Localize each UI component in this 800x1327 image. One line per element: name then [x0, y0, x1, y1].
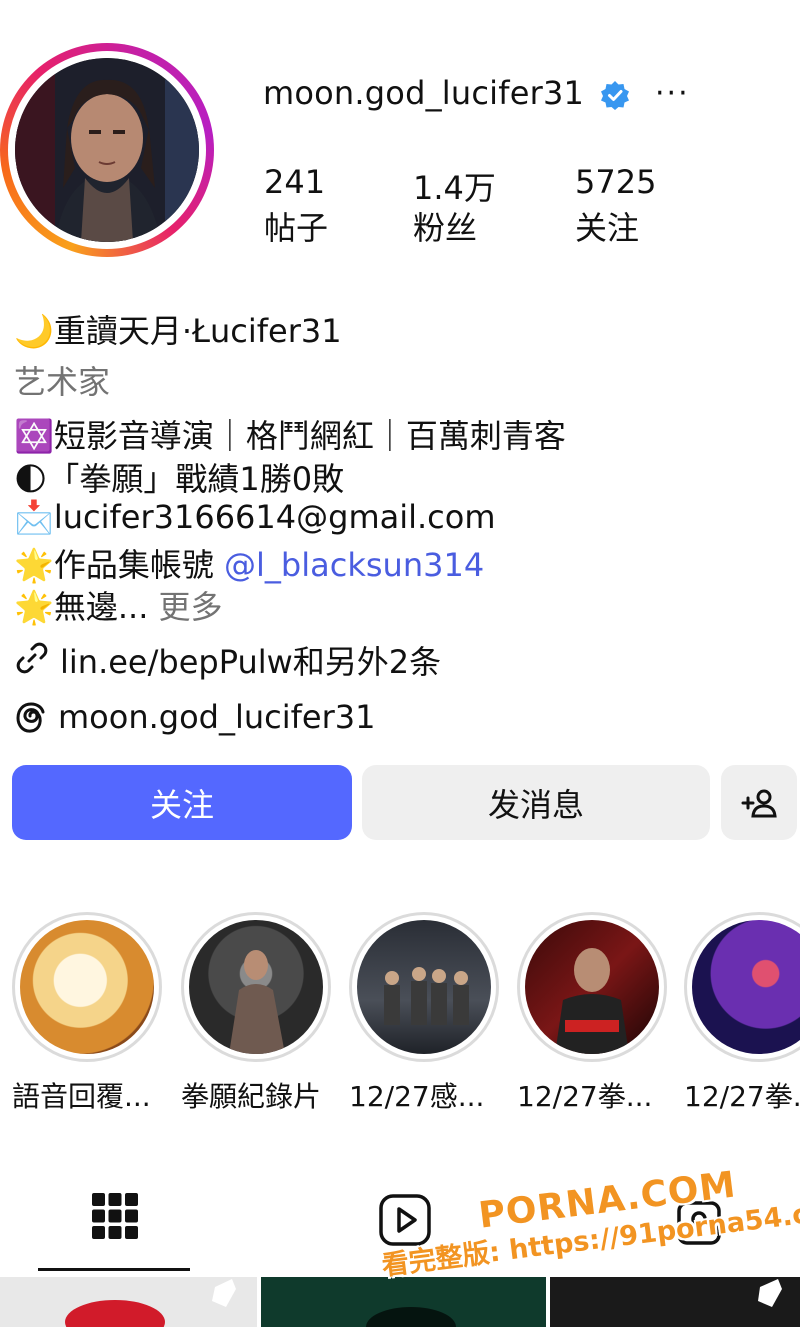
more-options-icon[interactable]: ··· [655, 76, 690, 111]
add-user-icon [741, 789, 777, 817]
highlight-cover [189, 920, 323, 1054]
message-button-label: 发消息 [487, 785, 584, 824]
post-thumbnail[interactable] [261, 1277, 546, 1327]
threads-handle[interactable]: moon.god_lucifer31 [58, 698, 375, 736]
bio-line: 🌟作品集帳號 @l_blacksun314 [14, 540, 484, 586]
highlight-cover [525, 920, 659, 1054]
display-name: 🌙重讀天月·Łucifer31 [14, 312, 342, 350]
message-button[interactable]: 发消息 [362, 765, 710, 840]
external-link[interactable]: lin.ee/bepPulw和另外2条 [60, 637, 441, 683]
bio-line: ✡️短影音導演｜格鬥網紅｜百萬刺青客 [14, 417, 566, 455]
followers-label[interactable]: 粉丝 [413, 203, 477, 249]
more-link[interactable]: 更多 [159, 588, 223, 626]
mention-link[interactable]: @l_blacksun314 [224, 546, 484, 584]
category-label: 艺术家 [14, 363, 111, 401]
follow-button-label: 关注 [149, 785, 214, 824]
active-tab-indicator [38, 1268, 190, 1271]
posts-grid-tab-icon[interactable] [92, 1193, 138, 1239]
highlight-label: 12/27拳... [517, 1080, 653, 1113]
follow-button[interactable]: 关注 [12, 765, 352, 840]
username: moon.god_lucifer31 [263, 74, 585, 112]
bio-line-text: 🌟作品集帳號 [14, 546, 225, 584]
post-thumbnail[interactable] [0, 1277, 257, 1327]
following-label[interactable]: 关注 [575, 203, 639, 249]
highlight-cover [357, 920, 491, 1054]
following-count[interactable]: 5725 [575, 163, 656, 201]
bio-line: 🌓「拳願」戰績1勝0敗 [14, 460, 345, 498]
highlight-label: 拳願紀錄片 [181, 1080, 322, 1113]
threads-icon [16, 702, 45, 733]
highlight-label: 語音回覆... [12, 1080, 151, 1113]
bio-email: 📩lucifer3166614@gmail.com [14, 498, 496, 536]
highlight-cover [20, 920, 154, 1054]
highlight-label: 12/27感... [349, 1080, 485, 1113]
bio-line-text: 🌟無邊... [14, 588, 149, 626]
verified-badge-icon [601, 81, 629, 110]
highlight-label: 12/27拳... [684, 1080, 800, 1113]
posts-count[interactable]: 241 [264, 163, 325, 201]
bio-line: 🌟無邊... 更多 [14, 582, 223, 628]
suggest-users-button[interactable] [721, 765, 797, 840]
link-icon [16, 642, 48, 674]
posts-label[interactable]: 帖子 [264, 203, 328, 249]
avatar[interactable] [15, 58, 199, 242]
post-thumbnail[interactable] [550, 1277, 800, 1327]
